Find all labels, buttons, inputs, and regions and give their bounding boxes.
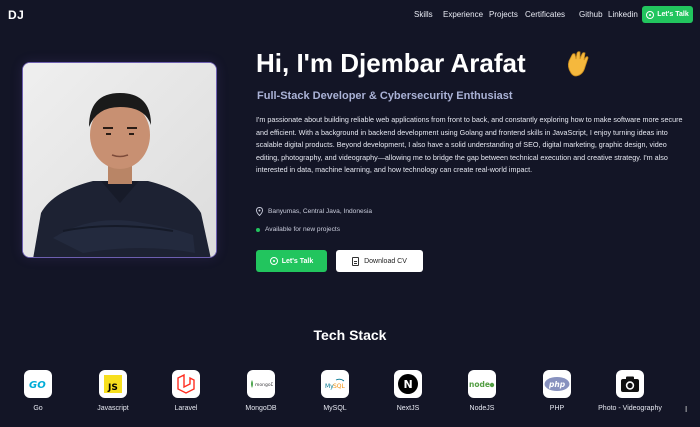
scroll-indicator: I xyxy=(685,405,688,414)
tech-item-mysql: My SQL MySQL xyxy=(300,370,370,414)
location-row: Banyumas, Central Java, Indonesia xyxy=(256,207,372,216)
mysql-icon: My SQL xyxy=(321,370,349,398)
nodejs-icon: node xyxy=(468,370,496,398)
nav-lets-talk-button[interactable]: Let's Talk xyxy=(642,6,693,23)
nextjs-icon: N xyxy=(394,370,422,398)
svg-text:SQL: SQL xyxy=(333,383,346,390)
svg-text:php: php xyxy=(548,380,566,389)
php-icon: php xyxy=(543,370,571,398)
availability-row: Available for new projects xyxy=(256,226,340,233)
hero-bio: I'm passionate about building reliable w… xyxy=(256,115,683,175)
tech-item-php: php PHP xyxy=(522,370,592,414)
whatsapp-icon xyxy=(646,10,655,19)
download-cv-label: Download CV xyxy=(364,257,407,265)
nav-link-linkedin[interactable]: Linkedin xyxy=(608,10,638,19)
tech-label: Go xyxy=(33,405,43,412)
availability-dot-icon xyxy=(256,227,260,232)
svg-text:mongoDB: mongoDB xyxy=(255,382,273,388)
nav-lets-talk-label: Let's Talk xyxy=(657,11,689,18)
svg-text:node: node xyxy=(469,380,490,389)
javascript-icon: JS xyxy=(99,370,127,398)
laravel-icon xyxy=(172,370,200,398)
location-text: Banyumas, Central Java, Indonesia xyxy=(268,208,373,215)
tech-label: Laravel xyxy=(174,405,198,412)
nav-link-projects[interactable]: Projects xyxy=(489,10,518,19)
tech-label: PHP xyxy=(549,405,565,412)
tech-item-laravel: Laravel xyxy=(151,370,221,414)
document-icon xyxy=(352,256,360,266)
location-pin-icon xyxy=(256,207,263,216)
nav-link-experience[interactable]: Experience xyxy=(443,10,483,19)
tech-label: NodeJS xyxy=(469,405,495,412)
download-cv-button[interactable]: Download CV xyxy=(336,250,423,272)
tech-label: MySQL xyxy=(323,405,347,412)
tech-item-nextjs: N NextJS xyxy=(373,370,443,414)
tech-label: Javascript xyxy=(97,405,129,412)
availability-text: Available for new projects xyxy=(265,226,341,233)
lets-talk-button[interactable]: Let's Talk xyxy=(256,250,327,272)
hero-subtitle: Full-Stack Developer & Cybersecurity Ent… xyxy=(257,90,513,102)
go-icon: GO xyxy=(24,370,52,398)
tech-item-nodejs: node NodeJS xyxy=(447,370,517,414)
svg-text:JS: JS xyxy=(107,383,118,393)
tech-label: Photo - Videography xyxy=(598,405,662,412)
tech-item-photo-videography: Photo - Videography xyxy=(595,370,665,414)
svg-text:N: N xyxy=(404,378,413,391)
nav-link-github[interactable]: Github xyxy=(579,10,603,19)
mongodb-icon: mongoDB xyxy=(247,370,275,398)
tech-stack-title: Tech Stack xyxy=(313,327,387,343)
hero-title: Hi, I'm Djembar Arafat xyxy=(256,48,526,78)
tech-item-mongodb: mongoDB MongoDB xyxy=(226,370,296,414)
tech-label: MongoDB xyxy=(245,405,277,412)
nav-link-certificates[interactable]: Certificates xyxy=(525,10,565,19)
whatsapp-icon xyxy=(269,257,278,265)
svg-text:GO: GO xyxy=(29,380,46,390)
nav-link-skills[interactable]: Skills xyxy=(414,10,433,19)
site-logo[interactable]: DJ xyxy=(8,8,24,22)
profile-photo xyxy=(22,62,217,258)
waving-hand-icon xyxy=(567,51,589,77)
lets-talk-label: Let's Talk xyxy=(281,257,314,265)
tech-item-javascript: JS Javascript xyxy=(78,370,148,414)
top-navbar: DJ Skills Experience Projects Certificat… xyxy=(0,0,700,30)
tech-item-go: GO Go xyxy=(3,370,73,414)
camera-icon xyxy=(616,370,644,398)
tech-label: NextJS xyxy=(396,405,420,412)
